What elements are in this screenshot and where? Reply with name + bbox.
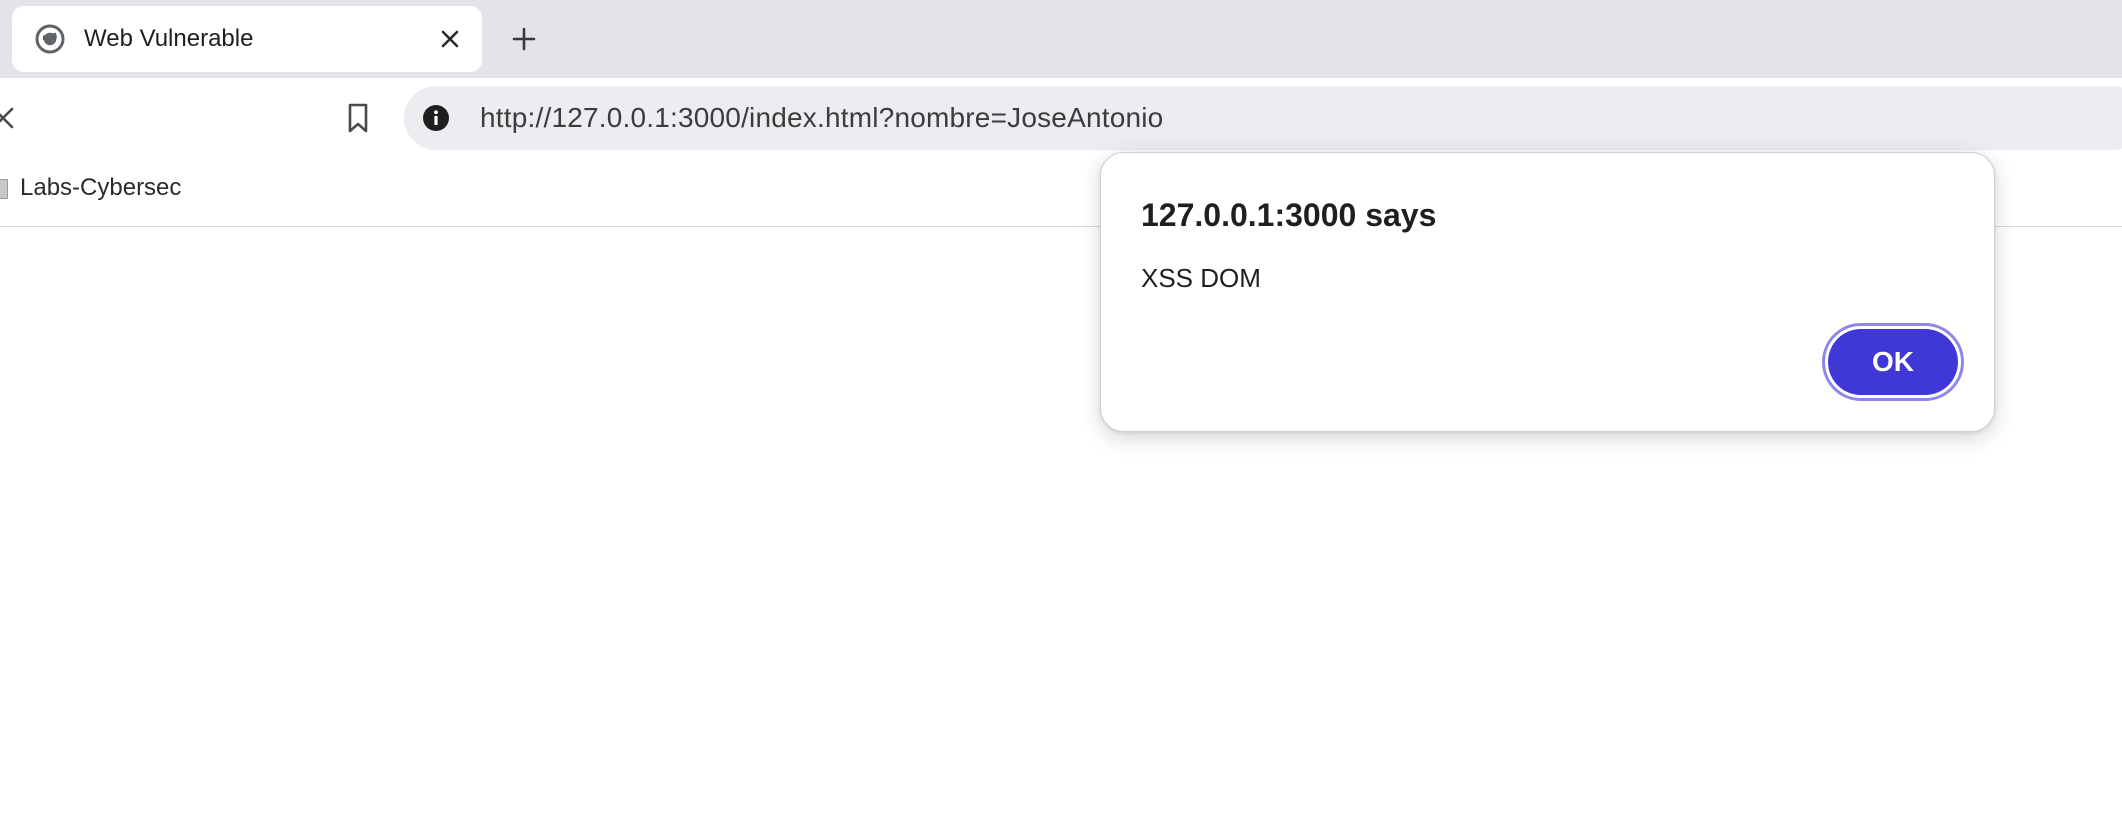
alert-dialog: 127.0.0.1:3000 says XSS DOM OK	[1100, 152, 1995, 432]
dialog-message: XSS DOM	[1141, 263, 1261, 293]
tab-strip: Web Vulnerable	[0, 0, 2122, 78]
stop-icon[interactable]	[0, 106, 14, 130]
address-bar[interactable]: http://127.0.0.1:3000/index.html?nombre=…	[404, 86, 2122, 150]
tab-title: Web Vulnerable	[84, 25, 254, 52]
bookmark-icon[interactable]	[346, 102, 370, 134]
folder-icon	[0, 179, 8, 199]
dialog-title: 127.0.0.1:3000 says	[1141, 197, 1437, 233]
ok-button[interactable]: OK	[1828, 329, 1958, 395]
browser-toolbar: http://127.0.0.1:3000/index.html?nombre=…	[0, 78, 2122, 158]
tab-web-vulnerable[interactable]: Web Vulnerable	[12, 6, 482, 72]
url-text[interactable]: http://127.0.0.1:3000/index.html?nombre=…	[480, 86, 1163, 150]
info-icon[interactable]	[422, 104, 450, 132]
globe-icon	[34, 23, 66, 55]
plus-icon[interactable]	[510, 25, 538, 53]
close-icon[interactable]	[440, 29, 460, 49]
bookmark-label: Labs-Cybersec	[20, 174, 182, 201]
